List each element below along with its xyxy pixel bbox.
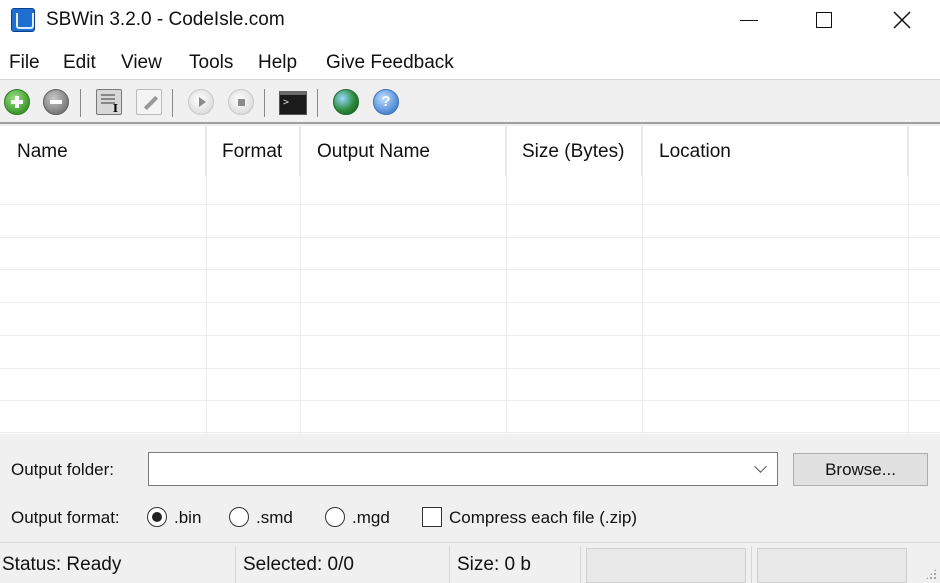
- status-separator: [235, 546, 236, 583]
- window-title: SBWin 3.2.0 - CodeIsle.com: [46, 9, 285, 30]
- close-button[interactable]: [870, 0, 934, 40]
- format-smd-label[interactable]: .smd: [256, 508, 293, 528]
- format-bin-radio[interactable]: [147, 507, 167, 527]
- output-folder-combobox[interactable]: [148, 452, 778, 486]
- add-icon[interactable]: [4, 89, 30, 115]
- menu-tools[interactable]: Tools: [189, 52, 233, 74]
- empty-row: [0, 237, 940, 270]
- properties-icon[interactable]: [96, 89, 122, 115]
- file-list[interactable]: Name Format Output Name Size (Bytes) Loc…: [0, 126, 940, 434]
- empty-row: [0, 205, 940, 238]
- maximize-icon: [816, 12, 832, 28]
- status-text: Status: Ready: [2, 554, 122, 575]
- app-icon: [11, 8, 35, 32]
- play-icon[interactable]: [188, 89, 214, 115]
- total-size: Size: 0 b: [457, 554, 531, 575]
- menu-give-feedback[interactable]: Give Feedback: [326, 52, 454, 74]
- list-header: Name Format Output Name Size (Bytes) Loc…: [0, 126, 940, 176]
- menu-help[interactable]: Help: [258, 52, 297, 74]
- console-icon[interactable]: [279, 91, 307, 115]
- status-separator: [580, 546, 581, 583]
- status-separator: [449, 546, 450, 583]
- format-mgd-label[interactable]: .mgd: [352, 508, 390, 528]
- status-bar: Status: Ready Selected: 0/0 Size: 0 b: [0, 542, 940, 583]
- format-smd-radio[interactable]: [229, 507, 249, 527]
- remove-icon[interactable]: [43, 89, 69, 115]
- column-header-size[interactable]: Size (Bytes): [506, 126, 642, 176]
- empty-row: [0, 400, 940, 433]
- empty-row: [0, 172, 940, 205]
- help-icon[interactable]: [373, 89, 399, 115]
- minimize-button[interactable]: [717, 0, 781, 40]
- format-bin-label[interactable]: .bin: [174, 508, 201, 528]
- compress-checkbox[interactable]: [422, 507, 442, 527]
- status-panel: [586, 548, 746, 583]
- empty-row: [0, 303, 940, 336]
- column-header-name[interactable]: Name: [0, 126, 206, 176]
- menu-view[interactable]: View: [121, 52, 162, 74]
- toolbar-separator: [80, 89, 81, 117]
- menu-bar: File Edit View Tools Help Give Feedback: [0, 40, 940, 80]
- globe-icon[interactable]: [333, 89, 359, 115]
- menu-edit[interactable]: Edit: [63, 52, 96, 74]
- minimize-icon: [740, 19, 758, 21]
- toolbar-separator: [172, 89, 173, 117]
- toolbar-separator: [264, 89, 265, 117]
- selected-count: Selected: 0/0: [243, 554, 354, 575]
- edit-icon[interactable]: [136, 89, 162, 115]
- menu-file[interactable]: File: [9, 52, 40, 74]
- output-format-label: Output format:: [11, 508, 120, 527]
- maximize-button[interactable]: [792, 0, 856, 40]
- title-bar: SBWin 3.2.0 - CodeIsle.com: [0, 0, 940, 40]
- browse-button[interactable]: Browse...: [793, 453, 928, 486]
- resize-grip[interactable]: [925, 568, 937, 580]
- status-separator: [751, 546, 752, 583]
- toolbar-separator: [317, 89, 318, 117]
- compress-label[interactable]: Compress each file (.zip): [449, 508, 637, 528]
- output-folder-label: Output folder:: [11, 460, 115, 479]
- column-header-format[interactable]: Format: [206, 126, 300, 176]
- close-icon: [893, 11, 911, 29]
- status-panel: [757, 548, 907, 583]
- column-header-location[interactable]: Location: [642, 126, 908, 176]
- empty-row: [0, 368, 940, 401]
- format-mgd-radio[interactable]: [325, 507, 345, 527]
- empty-row: [0, 336, 940, 369]
- stop-icon[interactable]: [228, 89, 254, 115]
- toolbar: [0, 82, 940, 124]
- column-header-output-name[interactable]: Output Name: [300, 126, 506, 176]
- empty-row: [0, 270, 940, 303]
- chevron-down-icon[interactable]: [753, 460, 767, 474]
